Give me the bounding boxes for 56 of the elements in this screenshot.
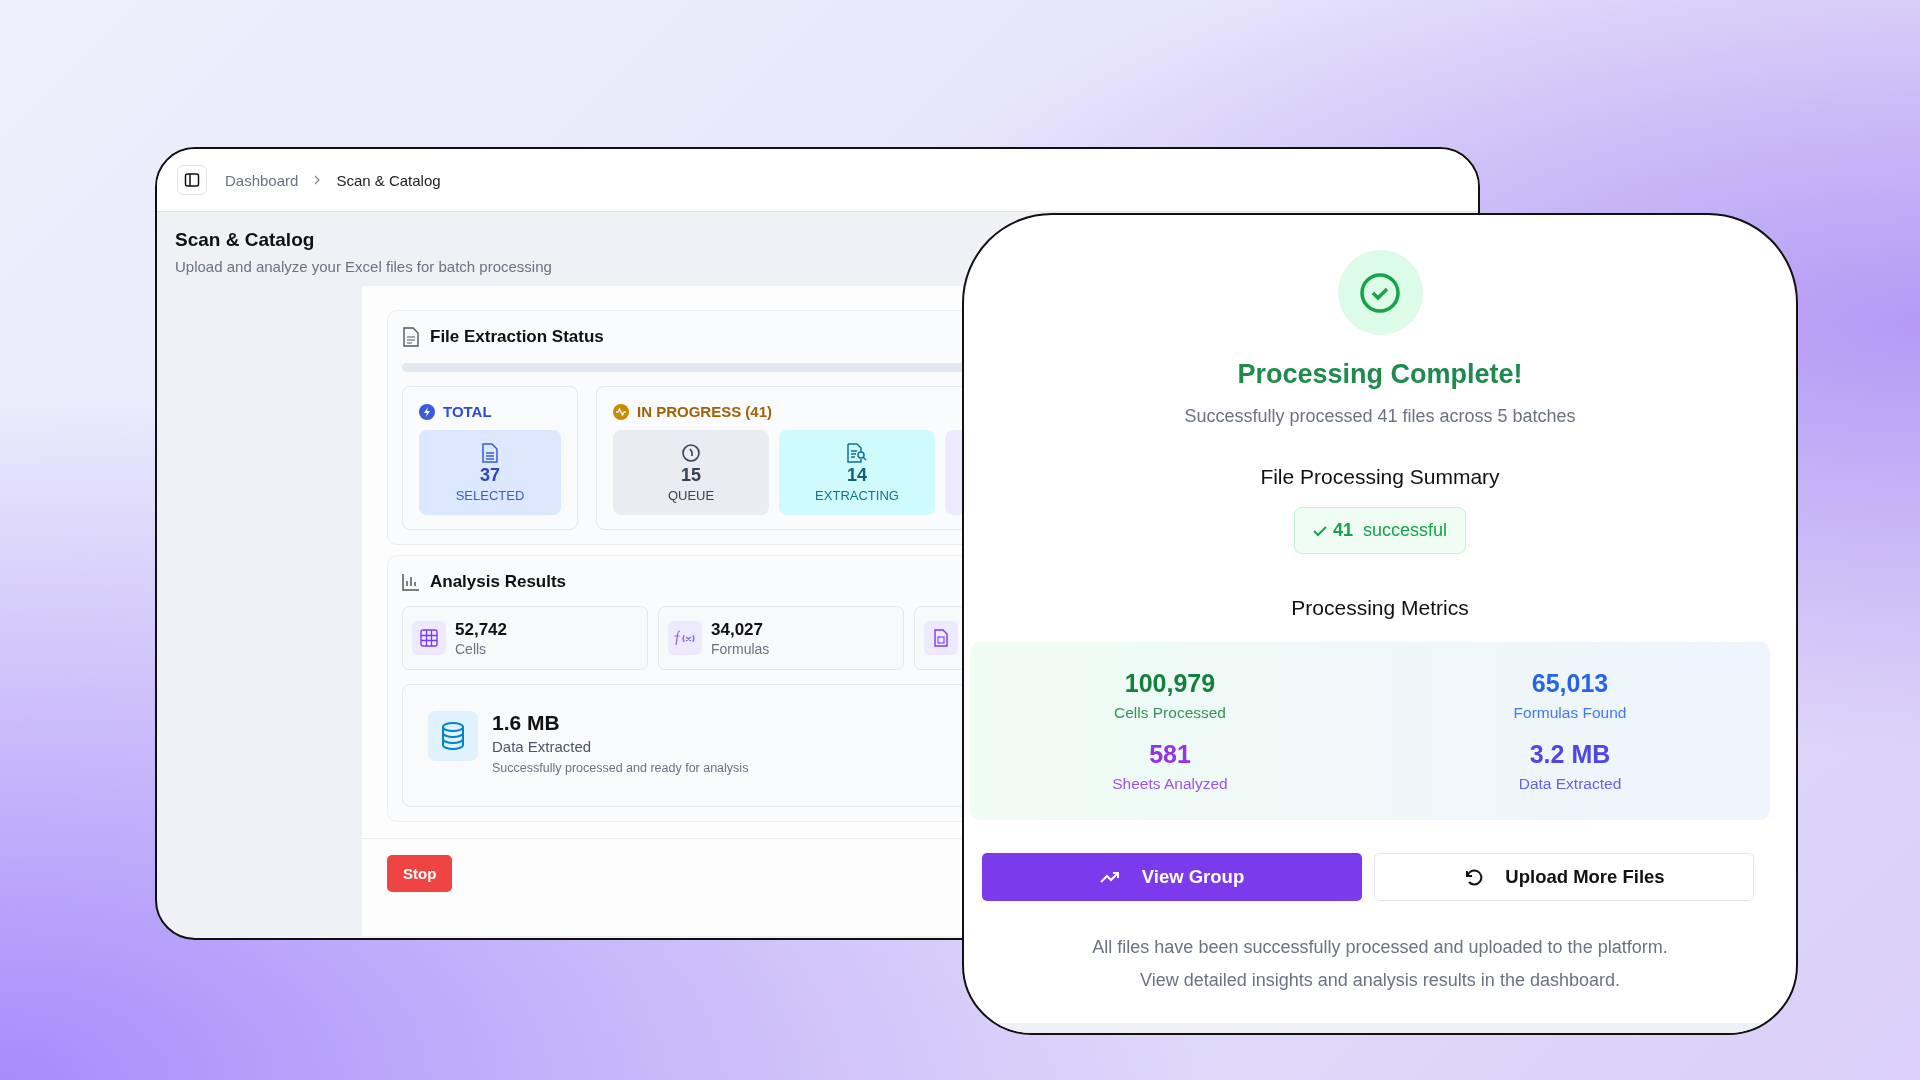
breadcrumb-link[interactable]: Scan & Catalog <box>336 171 441 189</box>
data-note: Successfully processed and ready for analysis <box>492 761 749 775</box>
document-icon <box>481 442 499 463</box>
stat-value: 34,027 <box>711 619 764 640</box>
stat-label: Cells <box>455 640 488 657</box>
group-label: IN PROGRESS (41) <box>637 403 773 420</box>
metric-label: Cells Processed <box>1114 704 1226 722</box>
document-icon <box>933 629 949 647</box>
footer-text: All files have been successfully processed and uploaded to the platform. <box>1092 937 1668 958</box>
tile-value: 37 <box>480 464 500 486</box>
dialog-subtitle: Successfully processed 41 files across 5 batches <box>1184 406 1576 427</box>
section-title: Analysis Results <box>430 572 567 592</box>
check-circle-icon <box>1359 271 1401 314</box>
metric-label: Formulas Found <box>1513 704 1627 722</box>
document-search-icon <box>846 442 868 463</box>
function-icon <box>673 629 697 647</box>
bar-chart-icon <box>402 573 420 591</box>
metric-label: Data Extracted <box>1518 775 1622 793</box>
document-icon <box>402 327 420 347</box>
grid-icon <box>420 629 438 647</box>
summary-title: File Processing Summary <box>1260 465 1500 489</box>
data-value: 1.6 MB <box>492 711 561 735</box>
activity-icon <box>613 403 629 420</box>
check-icon <box>1312 524 1327 537</box>
metric-value: 3.2 MB <box>1529 740 1611 769</box>
dialog-title: Processing Complete! <box>1237 359 1523 390</box>
view-group-button[interactable]: View Group <box>982 853 1362 901</box>
lightning-icon <box>419 403 435 420</box>
success-badge: 41 successful <box>1293 507 1467 554</box>
tile-value: 15 <box>681 464 701 486</box>
tile-label: QUEUE <box>667 487 715 503</box>
refresh-icon <box>1463 867 1484 887</box>
trending-up-icon <box>1099 870 1120 884</box>
tile-label: SELECTED <box>455 487 525 503</box>
page-subtitle: Upload and analyze your Excel files for batch processing <box>175 258 553 275</box>
metric-value: 100,979 <box>1124 669 1216 698</box>
stat-value: 52,742 <box>455 619 507 640</box>
metric-value: 581 <box>1149 740 1191 769</box>
tile-label: EXTRACTING <box>815 487 899 503</box>
page-title: Scan & Catalog <box>175 229 316 251</box>
upload-more-button[interactable]: Upload More Files <box>1374 853 1754 901</box>
metric-value: 65,013 <box>1531 669 1609 698</box>
footer-text: View detailed insights and analysis results in the dashboard. <box>1140 970 1620 991</box>
database-icon <box>441 722 465 750</box>
tile-value: 14 <box>847 464 867 486</box>
section-title: File Extraction Status <box>430 327 604 347</box>
metric-label: Sheets Analyzed <box>1112 775 1228 793</box>
data-label: Data Extracted <box>492 738 593 755</box>
clock-icon <box>681 442 701 463</box>
breadcrumb-link[interactable]: Dashboard <box>225 171 299 189</box>
sidebar-icon <box>184 172 200 188</box>
group-label: TOTAL <box>443 403 492 420</box>
metrics-title: Processing Metrics <box>1291 596 1469 620</box>
stat-label: Formulas <box>711 640 770 657</box>
sidebar-toggle-button[interactable] <box>177 165 207 195</box>
stop-button[interactable]: Stop <box>387 855 453 892</box>
